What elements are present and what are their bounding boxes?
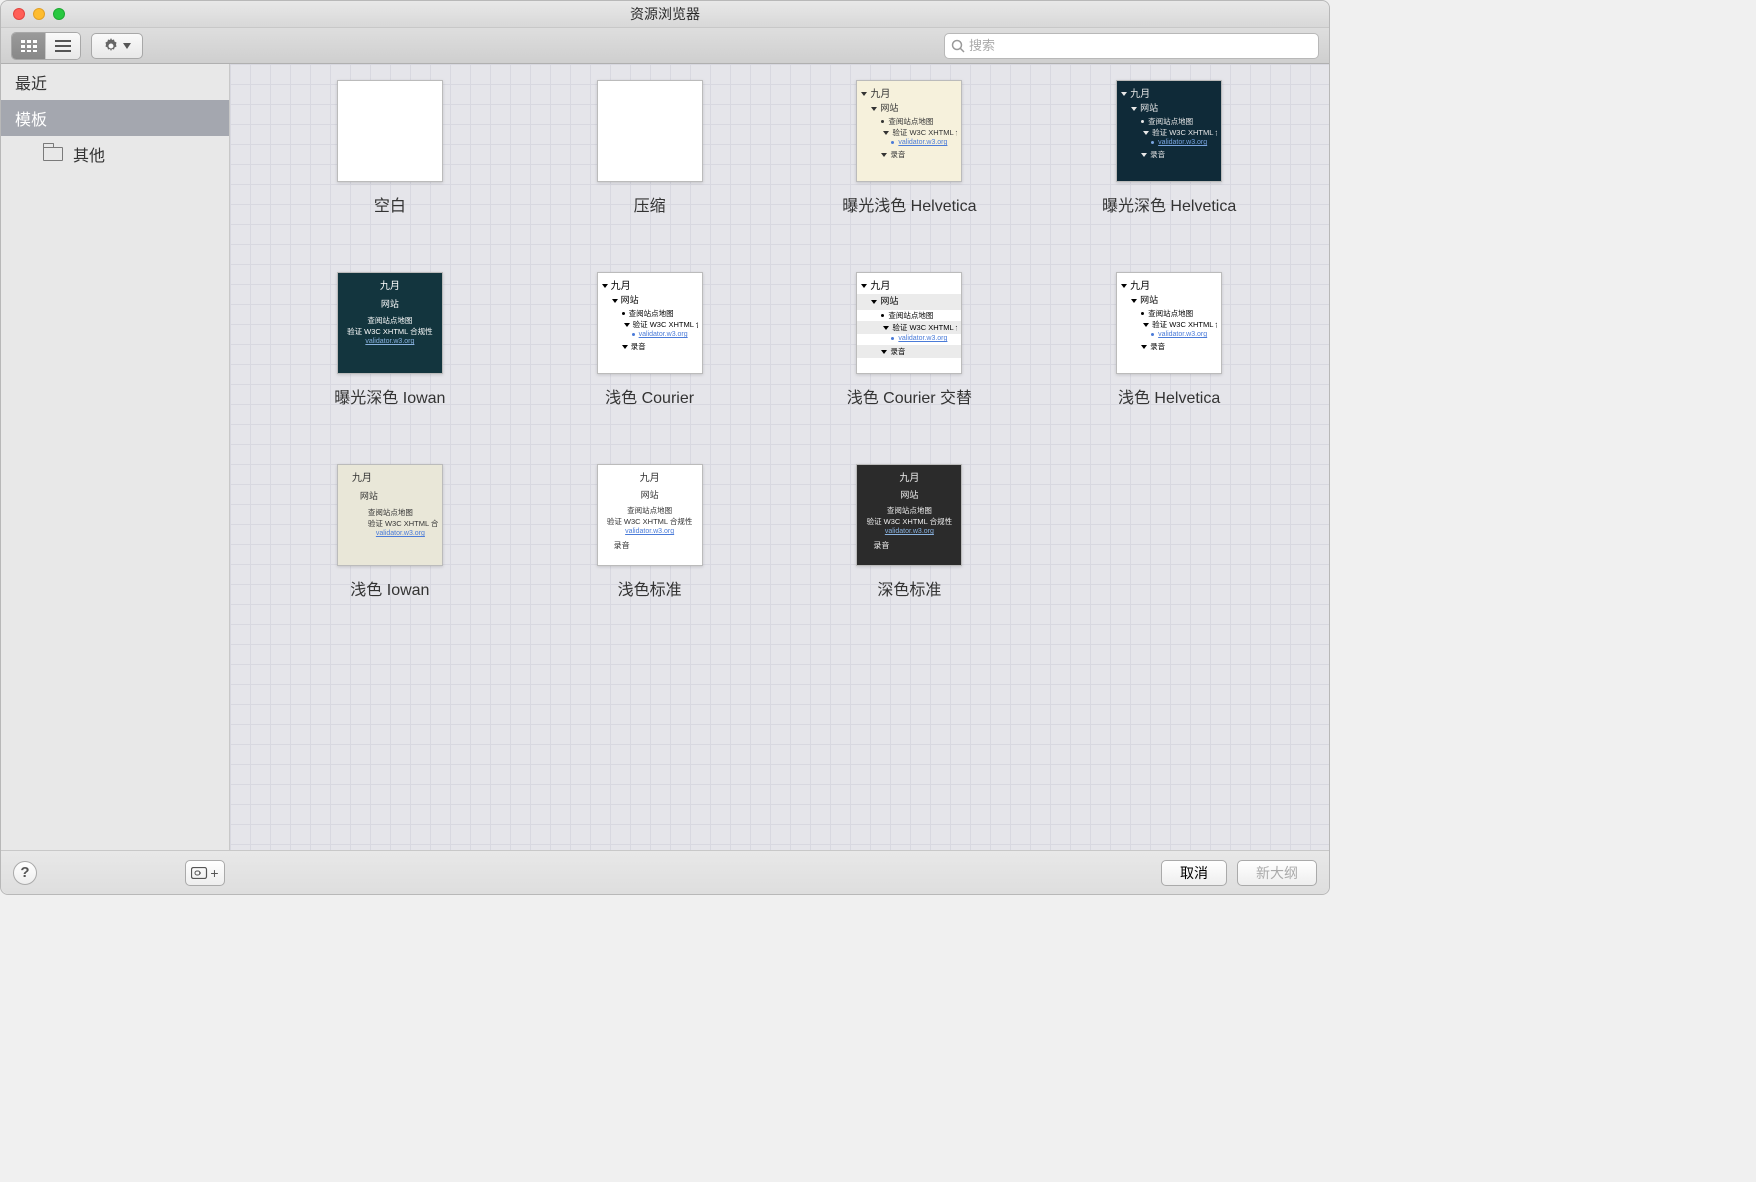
- new-outline-button[interactable]: 新大纲: [1237, 860, 1317, 886]
- help-button[interactable]: ?: [13, 861, 37, 885]
- template-grid-area[interactable]: 空白 压缩 九月 网站 查阅站点地图 验证 W3C XHTML 合规性 vali…: [230, 64, 1329, 850]
- template-item[interactable]: 压缩: [550, 80, 750, 216]
- template-thumbnail: 九月 网站 查阅站点地图 验证 W3C XHTML 合规性 validator.…: [1116, 80, 1222, 182]
- template-label: 浅色 Iowan: [350, 576, 429, 600]
- search-icon: [951, 39, 965, 53]
- template-label: 曝光浅色 Helvetica: [842, 192, 976, 216]
- template-item[interactable]: 空白: [290, 80, 490, 216]
- search-field[interactable]: [944, 33, 1319, 59]
- template-label: 曝光深色 Helvetica: [1102, 192, 1236, 216]
- template-item[interactable]: 九月 网站 查阅站点地图 验证 W3C XHTML 合规性 validator.…: [1069, 272, 1269, 408]
- sidebar-item-recent[interactable]: 最近: [1, 64, 229, 100]
- template-thumbnail: 九月 网站 查阅站点地图 验证 W3C XHTML 合规性 validator.…: [856, 464, 962, 566]
- body: 最近 模板 其他 空白 压缩 九月: [1, 64, 1329, 850]
- template-item[interactable]: 九月 网站 查阅站点地图 验证 W3C XHTML 合规性 validator.…: [1069, 80, 1269, 216]
- sidebar-item-templates[interactable]: 模板: [1, 100, 229, 136]
- template-thumbnail: 九月 网站 查阅站点地图 验证 W3C XHTML 合规性 validator.…: [337, 464, 443, 566]
- template-item[interactable]: 九月 网站 查阅站点地图 验证 W3C XHTML 合规性 validator.…: [809, 464, 1009, 600]
- gear-icon: [103, 38, 119, 54]
- list-icon: [55, 40, 71, 52]
- grid-icon: [21, 40, 37, 52]
- template-thumbnail: [337, 80, 443, 182]
- template-thumbnail: 九月 网站 查阅站点地图 验证 W3C XHTML 合规性 validator.…: [856, 272, 962, 374]
- template-label: 浅色标准: [618, 576, 682, 600]
- template-label: 空白: [374, 192, 406, 216]
- template-label: 浅色 Helvetica: [1118, 384, 1220, 408]
- cancel-button[interactable]: 取消: [1161, 860, 1227, 886]
- action-menu-button[interactable]: [91, 33, 143, 59]
- template-label: 曝光深色 Iowan: [334, 384, 445, 408]
- sidebar-item-other[interactable]: 其他: [1, 136, 229, 172]
- template-item[interactable]: 九月 网站 查阅站点地图 验证 W3C XHTML 合规性 validator.…: [290, 272, 490, 408]
- footer: ? + 取消 新大纲: [1, 850, 1329, 894]
- template-grid: 空白 压缩 九月 网站 查阅站点地图 验证 W3C XHTML 合规性 vali…: [260, 80, 1299, 600]
- grid-view-button[interactable]: [12, 33, 46, 59]
- list-view-button[interactable]: [46, 33, 80, 59]
- link-icon: [191, 867, 209, 879]
- link-add-button[interactable]: +: [185, 860, 225, 886]
- toolbar: [1, 28, 1329, 64]
- view-mode-segmented: [11, 32, 81, 60]
- folder-icon: [43, 147, 63, 161]
- template-item[interactable]: 九月 网站 查阅站点地图 验证 W3C XHTML 合规性 validator.…: [550, 272, 750, 408]
- template-thumbnail: 九月 网站 查阅站点地图 验证 W3C XHTML 合规性 validator.…: [856, 80, 962, 182]
- search-input[interactable]: [969, 38, 1312, 53]
- sidebar: 最近 模板 其他: [1, 64, 230, 850]
- template-thumbnail: 九月 网站 查阅站点地图 验证 W3C XHTML 合规性 validator.…: [597, 272, 703, 374]
- template-item[interactable]: 九月 网站 查阅站点地图 验证 W3C XHTML 合规性 validator.…: [290, 464, 490, 600]
- resource-browser-window: 资源浏览器 最近 模板 其他: [0, 0, 1330, 895]
- chevron-down-icon: [123, 43, 131, 49]
- template-label: 浅色 Courier 交替: [847, 384, 972, 408]
- template-item[interactable]: 九月 网站 查阅站点地图 验证 W3C XHTML 合规性 validator.…: [550, 464, 750, 600]
- window-title: 资源浏览器: [1, 4, 1329, 24]
- sidebar-item-label: 其他: [73, 142, 105, 166]
- template-label: 深色标准: [877, 576, 941, 600]
- template-thumbnail: 九月 网站 查阅站点地图 验证 W3C XHTML 合规性 validator.…: [1116, 272, 1222, 374]
- template-thumbnail: [597, 80, 703, 182]
- template-thumbnail: 九月 网站 查阅站点地图 验证 W3C XHTML 合规性 validator.…: [337, 272, 443, 374]
- template-item[interactable]: 九月 网站 查阅站点地图 验证 W3C XHTML 合规性 validator.…: [809, 80, 1009, 216]
- template-label: 浅色 Courier: [605, 384, 694, 408]
- template-label: 压缩: [634, 192, 666, 216]
- template-item[interactable]: 九月 网站 查阅站点地图 验证 W3C XHTML 合规性 validator.…: [809, 272, 1009, 408]
- template-thumbnail: 九月 网站 查阅站点地图 验证 W3C XHTML 合规性 validator.…: [597, 464, 703, 566]
- titlebar: 资源浏览器: [1, 1, 1329, 28]
